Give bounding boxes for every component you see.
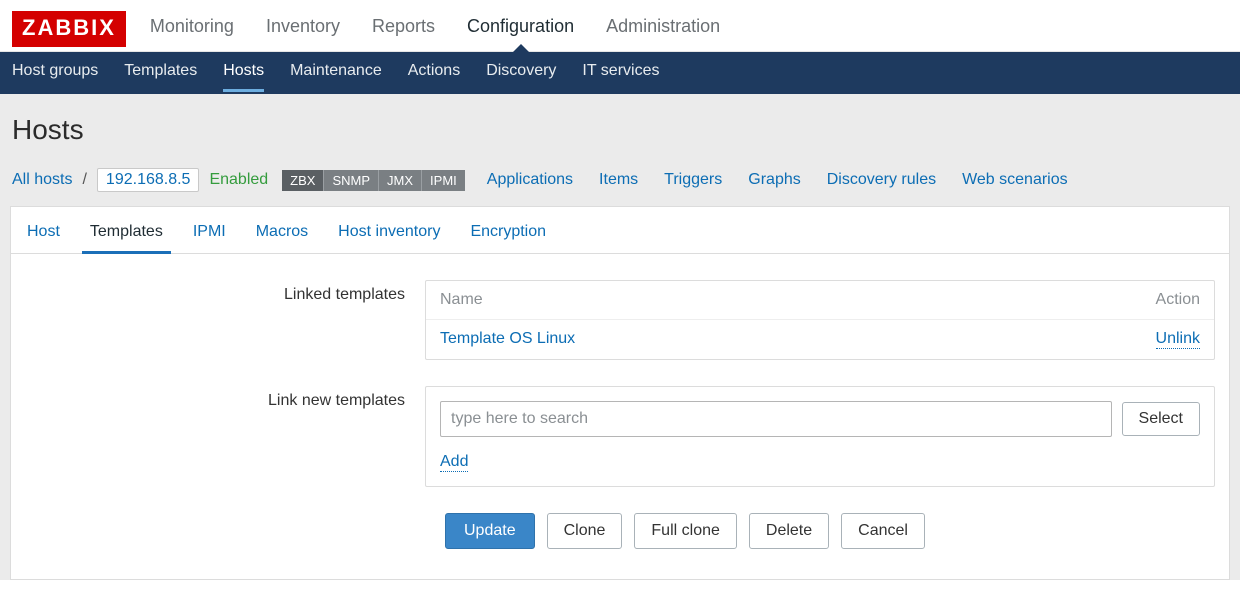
delete-button[interactable]: Delete <box>749 513 829 549</box>
linked-template-name[interactable]: Template OS Linux <box>440 330 575 349</box>
link-discovery-rules[interactable]: Discovery rules <box>827 171 936 189</box>
tab-host-inventory[interactable]: Host inventory <box>336 219 442 253</box>
tab-encryption[interactable]: Encryption <box>468 219 548 253</box>
page-title: Hosts <box>12 114 1230 146</box>
unlink-button[interactable]: Unlink <box>1156 330 1200 349</box>
full-clone-button[interactable]: Full clone <box>634 513 736 549</box>
clone-button[interactable]: Clone <box>547 513 623 549</box>
top-nav: Monitoring Inventory Reports Configurati… <box>148 6 722 51</box>
subnav-templates[interactable]: Templates <box>124 62 197 82</box>
subnav-hosts[interactable]: Hosts <box>223 62 264 82</box>
breadcrumb: All hosts / 192.168.8.5 Enabled ZBX SNMP… <box>10 164 1230 206</box>
topnav-administration[interactable]: Administration <box>604 6 722 51</box>
host-status: Enabled <box>209 171 268 189</box>
link-web-scenarios[interactable]: Web scenarios <box>962 171 1068 189</box>
linked-col-action: Action <box>1156 291 1200 309</box>
subnav-maintenance[interactable]: Maintenance <box>290 62 382 82</box>
select-button[interactable]: Select <box>1122 402 1200 436</box>
cancel-button[interactable]: Cancel <box>841 513 925 549</box>
host-panel: Host Templates IPMI Macros Host inventor… <box>10 206 1230 580</box>
interface-badges: ZBX SNMP JMX IPMI <box>282 170 465 191</box>
tab-ipmi[interactable]: IPMI <box>191 219 228 253</box>
topnav-inventory[interactable]: Inventory <box>264 6 342 51</box>
linked-templates-label: Linked templates <box>25 280 425 304</box>
linked-template-row: Template OS Linux Unlink <box>426 319 1214 359</box>
breadcrumb-host-ip[interactable]: 192.168.8.5 <box>97 168 200 192</box>
tab-macros[interactable]: Macros <box>254 219 310 253</box>
link-triggers[interactable]: Triggers <box>664 171 722 189</box>
template-search-input[interactable] <box>440 401 1112 437</box>
add-template-link[interactable]: Add <box>440 453 468 472</box>
badge-zbx: ZBX <box>282 170 323 191</box>
tab-templates[interactable]: Templates <box>88 219 165 253</box>
topnav-reports[interactable]: Reports <box>370 6 437 51</box>
host-tabs: Host Templates IPMI Macros Host inventor… <box>11 206 1229 254</box>
linked-templates-table: Name Action Template OS Linux Unlink <box>425 280 1215 360</box>
subnav-it-services[interactable]: IT services <box>582 62 659 82</box>
form-actions: Update Clone Full clone Delete Cancel <box>25 513 1215 549</box>
link-new-templates-label: Link new templates <box>25 386 425 410</box>
link-new-templates-box: Select Add <box>425 386 1215 487</box>
update-button[interactable]: Update <box>445 513 535 549</box>
subnav-host-groups[interactable]: Host groups <box>12 62 98 82</box>
breadcrumb-separator: / <box>82 171 86 189</box>
subnav-actions[interactable]: Actions <box>408 62 460 82</box>
tab-host[interactable]: Host <box>25 219 62 253</box>
badge-jmx: JMX <box>378 170 421 191</box>
topnav-configuration[interactable]: Configuration <box>465 6 576 51</box>
link-applications[interactable]: Applications <box>487 171 573 189</box>
link-graphs[interactable]: Graphs <box>748 171 800 189</box>
sub-nav: Host groups Templates Hosts Maintenance … <box>0 52 1240 94</box>
badge-ipmi: IPMI <box>421 170 465 191</box>
badge-snmp: SNMP <box>323 170 378 191</box>
link-items[interactable]: Items <box>599 171 638 189</box>
logo[interactable]: ZABBIX <box>12 11 126 47</box>
topnav-monitoring[interactable]: Monitoring <box>148 6 236 51</box>
breadcrumb-all-hosts[interactable]: All hosts <box>12 171 72 189</box>
subnav-discovery[interactable]: Discovery <box>486 62 556 82</box>
linked-col-name: Name <box>440 291 483 309</box>
